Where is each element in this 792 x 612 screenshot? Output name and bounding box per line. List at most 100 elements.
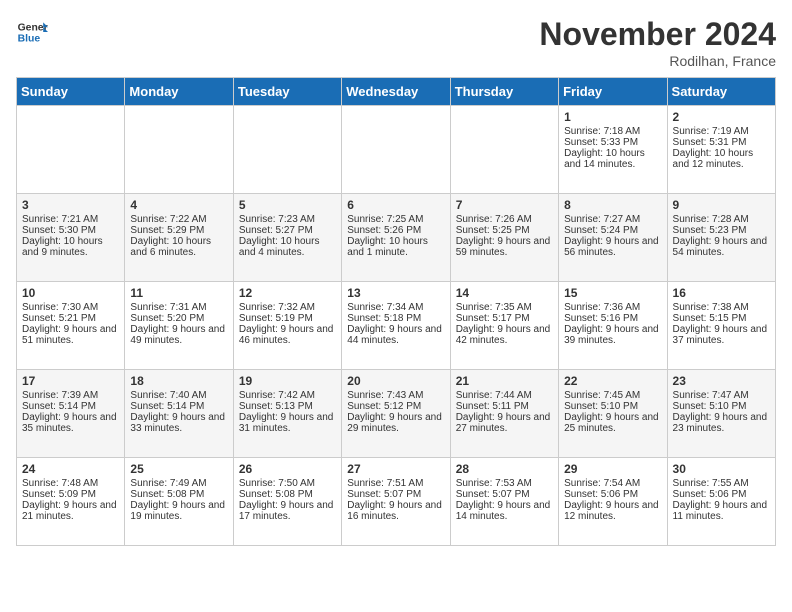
day-info-line: Sunset: 5:10 PM xyxy=(673,401,770,412)
day-number: 25 xyxy=(130,462,227,476)
day-info-line: Daylight: 10 hours and 4 minutes. xyxy=(239,236,336,258)
day-info-line: Sunrise: 7:51 AM xyxy=(347,478,444,489)
day-info-line: Sunset: 5:07 PM xyxy=(456,489,553,500)
day-info-line: Sunset: 5:25 PM xyxy=(456,225,553,236)
day-info-line: Daylight: 9 hours and 17 minutes. xyxy=(239,500,336,522)
day-number: 15 xyxy=(564,286,661,300)
day-number: 3 xyxy=(22,198,119,212)
day-info-line: Daylight: 9 hours and 12 minutes. xyxy=(564,500,661,522)
day-info-line: Sunset: 5:17 PM xyxy=(456,313,553,324)
day-info-line: Daylight: 9 hours and 49 minutes. xyxy=(130,324,227,346)
day-info-line: Sunrise: 7:47 AM xyxy=(673,390,770,401)
day-info-line: Sunrise: 7:34 AM xyxy=(347,302,444,313)
day-info-line: Sunrise: 7:45 AM xyxy=(564,390,661,401)
day-number: 29 xyxy=(564,462,661,476)
day-info-line: Sunset: 5:21 PM xyxy=(22,313,119,324)
day-info-line: Daylight: 9 hours and 19 minutes. xyxy=(130,500,227,522)
day-info-line: Sunset: 5:11 PM xyxy=(456,401,553,412)
day-info-line: Sunrise: 7:25 AM xyxy=(347,214,444,225)
day-info-line: Sunrise: 7:27 AM xyxy=(564,214,661,225)
day-info-line: Daylight: 9 hours and 11 minutes. xyxy=(673,500,770,522)
calendar-cell: 27Sunrise: 7:51 AMSunset: 5:07 PMDayligh… xyxy=(342,458,450,546)
day-info-line: Daylight: 9 hours and 14 minutes. xyxy=(456,500,553,522)
day-info-line: Daylight: 9 hours and 23 minutes. xyxy=(673,412,770,434)
day-number: 2 xyxy=(673,110,770,124)
calendar-week-row: 3 Sunrise: 7:21 AMSunset: 5:30 PM Daylight… xyxy=(17,194,776,282)
day-info-line: Daylight: 10 hours and 12 minutes. xyxy=(673,148,770,170)
day-info-line: Sunrise: 7:36 AM xyxy=(564,302,661,313)
day-info-line: Sunset: 5:06 PM xyxy=(673,489,770,500)
page-header: General Blue November 2024 Rodilhan, Fra… xyxy=(16,16,776,69)
day-info-line: Sunrise: 7:53 AM xyxy=(456,478,553,489)
day-number: 6 xyxy=(347,198,444,212)
day-info-line: Daylight: 10 hours and 14 minutes. xyxy=(564,148,661,170)
day-info-line: Daylight: 9 hours and 33 minutes. xyxy=(130,412,227,434)
logo: General Blue xyxy=(16,16,48,48)
day-of-week-header: Tuesday xyxy=(233,78,341,106)
day-number: 27 xyxy=(347,462,444,476)
day-of-week-header: Friday xyxy=(559,78,667,106)
calendar-cell: 25 Sunrise: 7:49 AMSunset: 5:08 PMDayligh… xyxy=(125,458,233,546)
day-info-line: Daylight: 9 hours and 51 minutes. xyxy=(22,324,119,346)
day-info-line: Daylight: 10 hours and 1 minute. xyxy=(347,236,444,258)
day-info-line: Sunset: 5:30 PM xyxy=(22,225,119,236)
day-number: 18 xyxy=(130,374,227,388)
day-number: 22 xyxy=(564,374,661,388)
day-info-line: Sunset: 5:14 PM xyxy=(22,401,119,412)
day-info-line: Sunrise: 7:21 AM xyxy=(22,214,119,225)
day-info-line: Sunset: 5:29 PM xyxy=(130,225,227,236)
day-number: 14 xyxy=(456,286,553,300)
day-number: 13 xyxy=(347,286,444,300)
day-info-line: Sunset: 5:08 PM xyxy=(130,489,227,500)
day-info-line: Sunrise: 7:50 AM xyxy=(239,478,336,489)
calendar-cell: 19Sunrise: 7:42 AMSunset: 5:13 PMDayligh… xyxy=(233,370,341,458)
calendar-cell: 11Sunrise: 7:31 AMSunset: 5:20 PMDayligh… xyxy=(125,282,233,370)
calendar-cell: 1Sunrise: 7:18 AMSunset: 5:33 PMDaylight… xyxy=(559,106,667,194)
calendar-cell: 30Sunrise: 7:55 AMSunset: 5:06 PMDayligh… xyxy=(667,458,775,546)
calendar-cell: 10Sunrise: 7:30 AMSunset: 5:21 PMDayligh… xyxy=(17,282,125,370)
day-number: 5 xyxy=(239,198,336,212)
day-number: 21 xyxy=(456,374,553,388)
day-info-line: Sunrise: 7:43 AM xyxy=(347,390,444,401)
day-info-line: Daylight: 9 hours and 31 minutes. xyxy=(239,412,336,434)
day-info-line: Sunset: 5:23 PM xyxy=(673,225,770,236)
day-info-line: Sunrise: 7:55 AM xyxy=(673,478,770,489)
day-info-line: Sunrise: 7:22 AM xyxy=(130,214,227,225)
calendar-cell: 12Sunrise: 7:32 AMSunset: 5:19 PMDayligh… xyxy=(233,282,341,370)
day-info-line: Daylight: 10 hours and 6 minutes. xyxy=(130,236,227,258)
calendar-cell: 23Sunrise: 7:47 AMSunset: 5:10 PMDayligh… xyxy=(667,370,775,458)
calendar-cell xyxy=(125,106,233,194)
day-info-line: Sunrise: 7:44 AM xyxy=(456,390,553,401)
day-info-line: Sunset: 5:12 PM xyxy=(347,401,444,412)
day-number: 12 xyxy=(239,286,336,300)
calendar-cell xyxy=(233,106,341,194)
title-section: November 2024 Rodilhan, France xyxy=(539,16,776,69)
day-info-line: Sunrise: 7:26 AM xyxy=(456,214,553,225)
day-info-line: Sunset: 5:14 PM xyxy=(130,401,227,412)
day-info-line: Sunrise: 7:49 AM xyxy=(130,478,227,489)
day-info-line: Sunrise: 7:23 AM xyxy=(239,214,336,225)
day-info-line: Sunrise: 7:31 AM xyxy=(130,302,227,313)
calendar-cell: 4Sunrise: 7:22 AMSunset: 5:29 PMDaylight… xyxy=(125,194,233,282)
day-info-line: Daylight: 9 hours and 56 minutes. xyxy=(564,236,661,258)
calendar-cell xyxy=(342,106,450,194)
day-info-line: Sunset: 5:26 PM xyxy=(347,225,444,236)
day-info-line: Sunset: 5:06 PM xyxy=(564,489,661,500)
day-info-line: Daylight: 9 hours and 42 minutes. xyxy=(456,324,553,346)
calendar-week-row: 17Sunrise: 7:39 AMSunset: 5:14 PMDayligh… xyxy=(17,370,776,458)
day-number: 10 xyxy=(22,286,119,300)
day-info-line: Sunrise: 7:28 AM xyxy=(673,214,770,225)
day-info-line: Daylight: 9 hours and 21 minutes. xyxy=(22,500,119,522)
day-info-line: Sunrise: 7:18 AM xyxy=(564,126,661,137)
day-info-line: Daylight: 9 hours and 25 minutes. xyxy=(564,412,661,434)
calendar-cell xyxy=(17,106,125,194)
day-info-line: Sunrise: 7:32 AM xyxy=(239,302,336,313)
day-number: 19 xyxy=(239,374,336,388)
day-info-line: Sunrise: 7:19 AM xyxy=(673,126,770,137)
svg-text:Blue: Blue xyxy=(18,34,41,45)
day-number: 1 xyxy=(564,110,661,124)
day-number: 8 xyxy=(564,198,661,212)
day-info-line: Sunset: 5:27 PM xyxy=(239,225,336,236)
day-info-line: Daylight: 9 hours and 44 minutes. xyxy=(347,324,444,346)
calendar-header-row: SundayMondayTuesdayWednesdayThursdayFrid… xyxy=(17,78,776,106)
